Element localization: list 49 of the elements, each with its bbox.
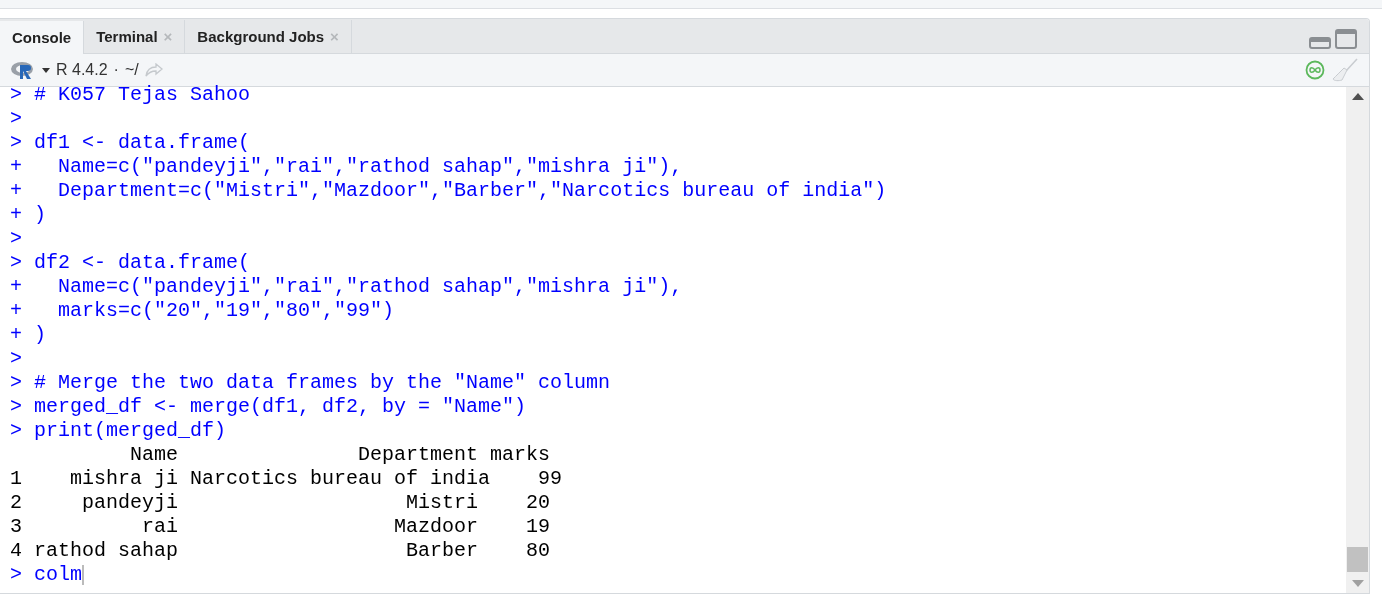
scrollbar-thumb[interactable] [1347,547,1368,572]
output-line: 2 pandeyji Mistri 20 [10,491,551,515]
prompt-symbol: + [10,323,22,347]
prompt-symbol: > [10,395,22,419]
prompt-symbol: + [10,155,22,179]
prompt-symbol: > [10,563,22,587]
code-line: Name=c("pandeyji","rai","rathod sahap","mishra ji"), [57,155,683,179]
prompt-symbol: > [10,419,22,443]
maximize-icon[interactable] [1335,29,1357,49]
prompt-symbol: > [10,131,22,155]
console-tab[interactable]: Console [0,21,85,54]
code-line: Department=c("Mistri","Mazdoor","Barber","Narcotics bureau of india") [57,179,887,203]
prompt-symbol: > [10,251,22,275]
code-line: Name=c("pandeyji","rai","rathod sahap","mishra ji"), [57,275,683,299]
prompt-symbol: > [10,347,22,371]
code-line: ) [34,203,47,227]
scroll-down-icon[interactable] [1351,580,1364,587]
code-line: marks=c("20","19","80","99") [57,299,395,323]
code-line: ) [34,323,47,347]
code-line: print(merged_df) [34,419,227,443]
output-line: Name Department marks [129,443,551,467]
prompt-symbol: + [10,179,22,203]
code-line: df1 <- data.frame( [34,131,251,155]
prompt-symbol: > [10,371,22,395]
code-line: colm [34,563,83,587]
code-line: df2 <- data.frame( [34,251,251,275]
broom-icon[interactable] [1331,58,1359,82]
prompt-symbol: + [10,275,22,299]
separator-dot: · [113,61,119,79]
prompt-symbol: > [10,83,22,107]
prompt-symbol: > [10,107,22,131]
minimize-icon[interactable] [1309,37,1331,49]
prompt-symbol: + [10,203,22,227]
output-line: 4 rathod sahap Barber 80 [10,539,551,563]
scroll-up-icon[interactable] [1351,93,1364,100]
r-logo-icon[interactable] [10,60,36,80]
output-line: 3 rai Mazdoor 19 [10,515,551,539]
working-directory-label: ~/ [124,61,139,79]
r-version-label: R 4.4.2 [56,61,108,79]
scrollbar[interactable] [1346,87,1369,593]
output-line: 1 mishra ji Narcotics bureau of india 99 [10,467,563,491]
prompt-symbol: + [10,299,22,323]
caret-icon[interactable] [42,67,50,73]
prompt-symbol: > [10,227,22,251]
arrow-icon[interactable] [144,63,163,77]
code-line: # K057 Tejas Sahoo [34,83,251,107]
infinity-circle-icon[interactable] [1305,60,1325,80]
code-line: merged_df <- merge(df1, df2, by = "Name") [34,395,527,419]
code-line: # Merge the two data frames by the "Name" column [34,371,611,395]
